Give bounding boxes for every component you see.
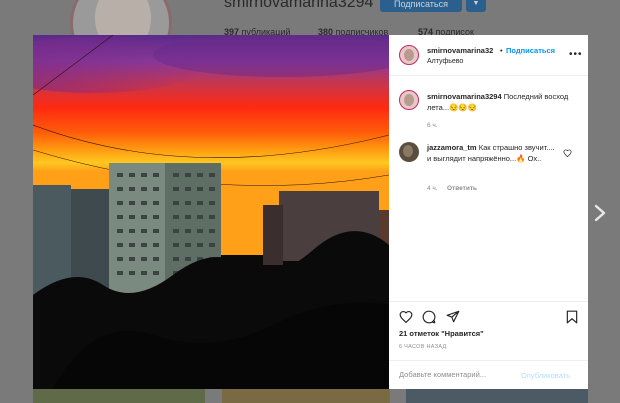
chevron-down-icon[interactable]: ▼ xyxy=(466,0,486,12)
post-timestamp: 6 ЧАСОВ НАЗАД xyxy=(399,344,447,350)
header-separator: • xyxy=(500,46,503,55)
publish-button[interactable]: Опубликовать xyxy=(521,371,570,380)
post-header: smirnovamarina32 • Подписаться Алтуфьево… xyxy=(389,35,588,76)
post-location[interactable]: Алтуфьево xyxy=(427,58,463,65)
follow-link[interactable]: Подписаться xyxy=(506,46,555,55)
post-modal: smirnovamarina32 • Подписаться Алтуфьево… xyxy=(33,35,588,389)
comment-time: 4 ч. xyxy=(427,185,438,192)
grid-thumbnail[interactable] xyxy=(33,388,205,403)
comment-body: jazzamora_tm Как страшно звучит.... и вы… xyxy=(427,142,559,164)
grid-thumbnail[interactable] xyxy=(222,388,390,403)
profile-username: smirnovamarina3294 xyxy=(224,0,374,11)
comment-bubble-icon[interactable] xyxy=(422,310,436,324)
caption-time: 6 ч. xyxy=(427,122,438,129)
share-paper-plane-icon[interactable] xyxy=(446,310,460,323)
comment-bar: Опубликовать xyxy=(389,360,588,390)
sunset-photo xyxy=(33,35,389,389)
likes-count[interactable]: 21 отметок "Нравится" xyxy=(399,329,484,338)
post-photo[interactable] xyxy=(33,35,389,389)
author-username[interactable]: smirnovamarina32 xyxy=(427,46,493,55)
commenter-username[interactable]: jazzamora_tm xyxy=(427,143,477,152)
caption-username[interactable]: smirnovamarina3294 xyxy=(427,92,502,101)
post-caption: smirnovamarina3294 Последний восход лета… xyxy=(427,91,577,113)
grid-thumbnail[interactable] xyxy=(406,388,588,403)
commenter-avatar[interactable] xyxy=(399,142,419,162)
comment-input[interactable] xyxy=(399,370,509,379)
action-bar xyxy=(389,301,588,324)
chevron-right-icon[interactable] xyxy=(594,204,606,222)
like-heart-icon[interactable] xyxy=(399,310,413,323)
profile-follow-button[interactable]: Подписаться xyxy=(380,0,462,12)
caption-author-avatar[interactable] xyxy=(399,90,419,110)
bookmark-icon[interactable] xyxy=(566,310,578,324)
comment-like-icon[interactable] xyxy=(563,149,572,157)
author-avatar[interactable] xyxy=(399,45,419,65)
post-sidebar: smirnovamarina32 • Подписаться Алтуфьево… xyxy=(389,35,588,389)
more-options-icon[interactable]: ••• xyxy=(569,49,583,60)
reply-button[interactable]: Ответить xyxy=(447,185,477,192)
